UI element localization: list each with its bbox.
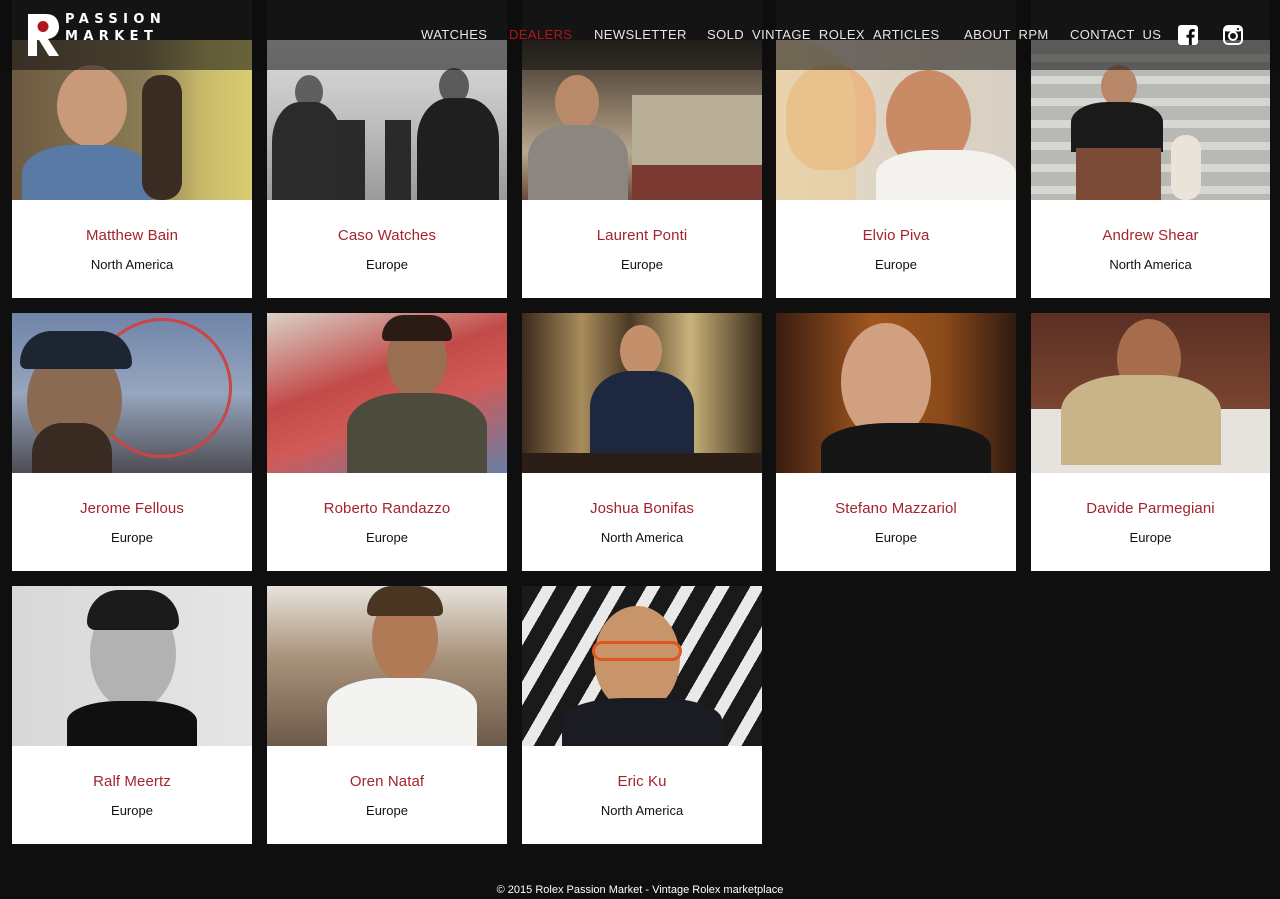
dealer-card[interactable]: Roberto Randazzo Europe <box>267 313 507 571</box>
dealer-region: North America <box>600 530 684 545</box>
dealer-region: Europe <box>1129 530 1172 545</box>
dealer-region: North America <box>1109 257 1192 272</box>
dealer-name[interactable]: Roberto Randazzo <box>267 473 507 517</box>
dealer-photo <box>12 586 252 746</box>
dealer-photo <box>267 586 507 746</box>
nav-dealers[interactable]: DEALERS <box>509 27 573 42</box>
dealer-name[interactable]: Laurent Ponti <box>522 200 762 244</box>
dealer-photo <box>522 586 762 746</box>
facebook-icon[interactable] <box>1178 25 1198 45</box>
dealer-region: Europe <box>366 257 408 272</box>
dealer-photo <box>267 313 507 473</box>
nav-articles[interactable]: ARTICLES <box>873 27 940 42</box>
dealer-photo <box>522 313 762 473</box>
nav-watches[interactable]: WATCHES <box>421 27 487 42</box>
dealer-name[interactable]: Oren Nataf <box>267 746 507 790</box>
dealer-region: North America <box>600 803 684 818</box>
dealer-card[interactable]: Joshua Bonifas North America <box>522 313 762 571</box>
dealer-name[interactable]: Elvio Piva <box>776 200 1016 244</box>
dealer-photo <box>1031 313 1270 473</box>
dealer-region: Europe <box>111 530 153 545</box>
dealer-card[interactable]: Caso Watches Europe <box>267 40 507 298</box>
dealer-region: Europe <box>621 257 663 272</box>
dealer-region: North America <box>90 257 174 272</box>
site-footer: © 2015 Rolex Passion Market - Vintage Ro… <box>496 884 784 896</box>
dealer-region: Europe <box>875 257 917 272</box>
dealer-name[interactable]: Stefano Mazzariol <box>776 473 1016 517</box>
nav-about-rpm[interactable]: ABOUT RPM <box>964 27 1049 42</box>
dealer-name[interactable]: Ralf Meertz <box>12 746 252 790</box>
dealer-name[interactable]: Jerome Fellous <box>12 473 252 517</box>
dealer-card[interactable]: Andrew Shear North America <box>1031 40 1270 298</box>
dealer-card[interactable]: Oren Nataf Europe <box>267 586 507 844</box>
logo-r-mark <box>28 14 59 56</box>
dealer-region: Europe <box>366 803 408 818</box>
dealer-photo <box>776 313 1016 473</box>
logo-word-top: PASSION <box>65 12 167 27</box>
dealer-region: Europe <box>366 530 408 545</box>
dealer-card[interactable]: Stefano Mazzariol Europe <box>776 313 1016 571</box>
dealer-photo <box>12 313 252 473</box>
dealer-name[interactable]: Matthew Bain <box>12 200 252 244</box>
dealer-card[interactable]: Eric Ku North America <box>522 586 762 844</box>
dealer-region: Europe <box>875 530 917 545</box>
dealer-card[interactable]: Davide Parmegiani Europe <box>1031 313 1270 571</box>
dealer-card[interactable]: Jerome Fellous Europe <box>12 313 252 571</box>
dealer-card[interactable]: Matthew Bain North America <box>12 40 252 298</box>
nav-contact-us[interactable]: CONTACT US <box>1070 27 1161 42</box>
dealer-name[interactable]: Caso Watches <box>267 200 507 244</box>
dealer-name[interactable]: Eric Ku <box>522 746 762 790</box>
nav-newsletter[interactable]: NEWSLETTER <box>594 27 687 42</box>
dealer-card[interactable]: Elvio Piva Europe <box>776 40 1016 298</box>
dealer-name[interactable]: Davide Parmegiani <box>1031 473 1270 517</box>
dealer-name[interactable]: Joshua Bonifas <box>522 473 762 517</box>
nav-sold-vintage-rolex[interactable]: SOLD VINTAGE ROLEX <box>707 27 865 42</box>
site-header: PASSION MARKET WATCHES DEALERS NEWSLETTE… <box>0 0 1280 70</box>
logo-word-bottom: MARKET <box>65 29 159 44</box>
instagram-icon[interactable] <box>1223 25 1243 45</box>
dealer-region: Europe <box>111 803 153 818</box>
dealer-card[interactable]: Ralf Meertz Europe <box>12 586 252 844</box>
dealer-name[interactable]: Andrew Shear <box>1031 200 1270 244</box>
page: Matthew Bain North America Caso Watches … <box>0 0 1280 899</box>
site-logo[interactable]: PASSION MARKET <box>26 12 161 60</box>
dealer-card[interactable]: Laurent Ponti Europe <box>522 40 762 298</box>
